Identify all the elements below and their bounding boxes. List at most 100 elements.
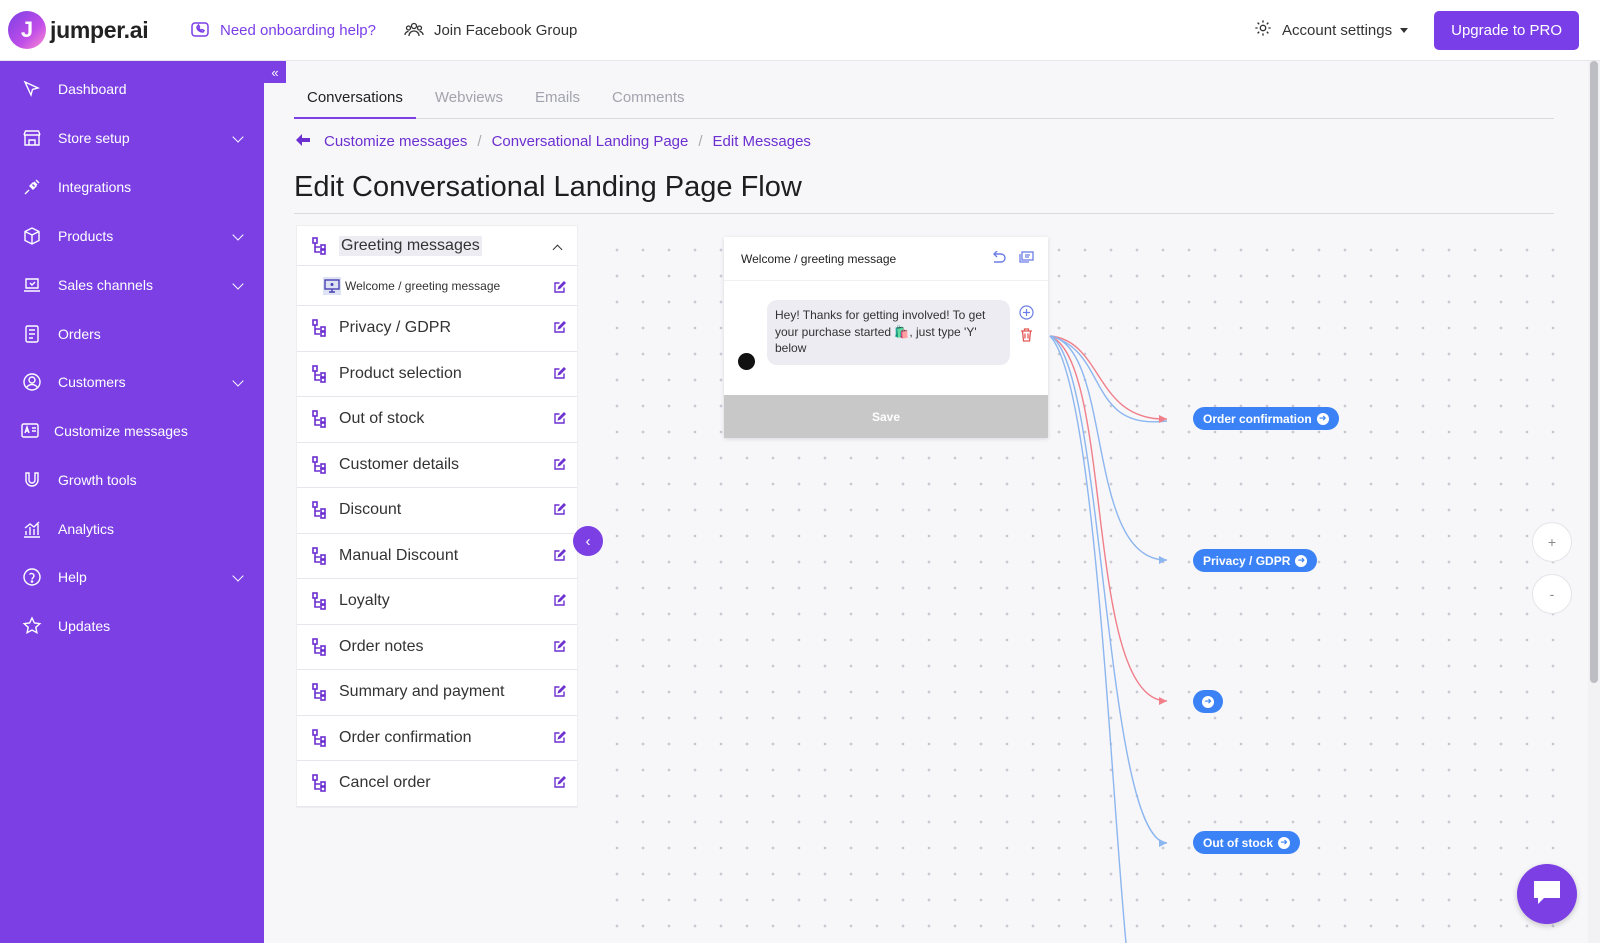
edit-icon[interactable] xyxy=(553,366,567,380)
upgrade-button[interactable]: Upgrade to PRO xyxy=(1434,10,1579,50)
chevron-down-icon xyxy=(232,570,244,582)
chevron-up-icon[interactable] xyxy=(552,244,563,255)
sidebar-item-help[interactable]: Help xyxy=(0,557,264,597)
flow-item-label: Summary and payment xyxy=(339,683,505,701)
sidebar-item-label: Store setup xyxy=(58,130,130,146)
sidebar-item-store-setup[interactable]: Store setup xyxy=(0,118,264,158)
edit-icon[interactable] xyxy=(553,639,567,653)
breadcrumb-conversational-landing-page[interactable]: Conversational Landing Page xyxy=(492,133,689,150)
add-circle-icon[interactable] xyxy=(1019,305,1034,325)
chat-launcher-button[interactable] xyxy=(1517,864,1577,924)
breadcrumb-customize-messages[interactable]: Customize messages xyxy=(324,133,467,150)
sidebar-item-growth-tools[interactable]: Growth tools xyxy=(0,460,264,500)
sidebar-item-orders[interactable]: Orders xyxy=(0,314,264,354)
flow-icon xyxy=(312,501,330,520)
target-out-of-stock[interactable]: Out of stock ➜ xyxy=(1193,831,1301,854)
flow-item-summary-and-payment[interactable]: Summary and payment xyxy=(297,670,577,716)
node-title: Welcome / greeting message xyxy=(741,251,897,266)
flow-item-out-of-stock[interactable]: Out of stock xyxy=(297,397,577,443)
edit-icon[interactable] xyxy=(553,457,567,471)
flow-item-label: Loyalty xyxy=(339,592,390,610)
node-header: Welcome / greeting message xyxy=(724,237,1048,281)
box-icon xyxy=(20,224,44,248)
flow-item-label: Manual Discount xyxy=(339,546,459,564)
zoom-out-button[interactable]: - xyxy=(1532,574,1572,614)
target-order-confirmation[interactable]: Order confirmation ➜ xyxy=(1193,407,1339,430)
edit-icon[interactable] xyxy=(553,775,567,789)
flow-icon xyxy=(312,364,330,383)
sidebar-item-integrations[interactable]: Integrations xyxy=(0,167,264,207)
target-privacy-gdpr[interactable]: Privacy / GDPR ➜ xyxy=(1193,549,1318,572)
edit-icon[interactable] xyxy=(553,280,567,294)
divider xyxy=(294,213,1554,214)
message-node[interactable]: Welcome / greeting message Hey! Thanks f… xyxy=(724,237,1048,438)
sidebar-item-label: Help xyxy=(58,569,87,585)
flow-icon xyxy=(312,774,330,793)
message-bubble[interactable]: Hey! Thanks for getting involved! To get… xyxy=(767,300,1010,365)
edit-icon[interactable] xyxy=(553,548,567,562)
flow-item-manual-discount[interactable]: Manual Discount xyxy=(297,534,577,579)
tab-comments[interactable]: Comments xyxy=(599,77,698,119)
tab-webviews[interactable]: Webviews xyxy=(422,77,516,119)
edit-icon[interactable] xyxy=(553,411,567,425)
flow-item-privacy-gdpr[interactable]: Privacy / GDPR xyxy=(297,306,577,352)
flow-item-product-selection[interactable]: Product selection xyxy=(297,352,577,397)
trash-icon[interactable] xyxy=(1020,328,1033,347)
flow-item-loyalty[interactable]: Loyalty xyxy=(297,579,577,625)
sidebar-item-updates[interactable]: Updates xyxy=(0,606,264,646)
edit-icon[interactable] xyxy=(553,320,567,334)
arrow-right-circle-icon: ➜ xyxy=(1202,695,1214,708)
store-icon xyxy=(20,126,44,150)
flow-list: Greeting messages Welcome / greeting mes… xyxy=(296,225,578,808)
account-settings-dropdown[interactable]: Account settings xyxy=(1254,19,1409,41)
save-button[interactable]: Save xyxy=(724,395,1048,438)
edit-icon[interactable] xyxy=(553,684,567,698)
sidebar-item-dashboard[interactable]: Dashboard xyxy=(0,69,264,109)
flow-item-order-notes[interactable]: Order notes xyxy=(297,625,577,670)
flow-item-discount[interactable]: Discount xyxy=(297,488,577,534)
gear-icon xyxy=(1254,19,1272,41)
preview-icon[interactable] xyxy=(1019,251,1034,268)
flow-item-welcome-greeting[interactable]: Welcome / greeting message xyxy=(297,266,577,306)
sidebar-item-customers[interactable]: Customers xyxy=(0,362,264,402)
breadcrumb-separator: / xyxy=(477,133,482,150)
target-label: Privacy / GDPR xyxy=(1203,553,1291,568)
target-label: Order confirmation xyxy=(1203,411,1312,426)
sidebar-item-analytics[interactable]: Analytics xyxy=(0,509,264,549)
sidebar-item-sales-channels[interactable]: Sales channels xyxy=(0,265,264,305)
flow-item-label: Product selection xyxy=(339,364,462,382)
sidebar-item-label: Sales channels xyxy=(58,277,153,293)
flow-icon xyxy=(312,728,330,747)
magnet-icon xyxy=(20,468,44,492)
user-circle-icon xyxy=(20,370,44,394)
scrollbar-thumb[interactable] xyxy=(1590,61,1598,683)
scrollbar[interactable] xyxy=(1588,61,1600,943)
tab-conversations[interactable]: Conversations xyxy=(294,77,416,119)
zoom-in-button[interactable]: + xyxy=(1532,522,1572,562)
sidebar-item-label: Updates xyxy=(58,618,111,634)
sidebar-item-label: Integrations xyxy=(58,179,132,195)
flow-item-customer-details[interactable]: Customer details xyxy=(297,443,577,488)
facebook-group-link[interactable]: Join Facebook Group xyxy=(404,20,577,40)
onboarding-help-link[interactable]: Need onboarding help? xyxy=(190,20,376,40)
flow-item-label: Out of stock xyxy=(339,410,425,428)
edit-icon[interactable] xyxy=(553,593,567,607)
undo-icon[interactable] xyxy=(991,250,1007,268)
sidebar-item-customize-messages[interactable]: Customize messages xyxy=(0,411,264,451)
avatar xyxy=(738,353,755,370)
sidebar-item-products[interactable]: Products xyxy=(0,216,264,256)
flow-item-cancel-order[interactable]: Cancel order xyxy=(297,761,577,807)
edit-icon[interactable] xyxy=(553,730,567,744)
target-unnamed[interactable]: ➜ xyxy=(1193,690,1223,713)
back-arrow-icon[interactable] xyxy=(296,133,310,150)
flow-item-label: Welcome / greeting message xyxy=(345,278,501,293)
edit-icon[interactable] xyxy=(553,502,567,516)
flow-item-order-confirmation[interactable]: Order confirmation xyxy=(297,716,577,761)
flow-group-greeting-messages[interactable]: Greeting messages xyxy=(297,226,577,266)
page-title: Edit Conversational Landing Page Flow xyxy=(294,171,802,203)
logo[interactable]: J jumper.ai xyxy=(8,11,178,49)
flow-icon xyxy=(312,592,330,611)
tab-emails[interactable]: Emails xyxy=(522,77,593,119)
phone-help-icon xyxy=(190,20,210,40)
sidebar-item-label: Dashboard xyxy=(58,81,127,97)
